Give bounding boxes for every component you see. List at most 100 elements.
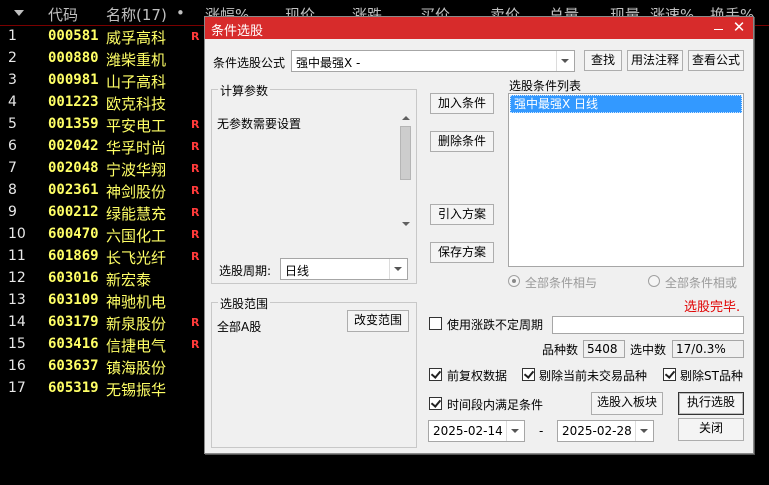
uncertain-period-field[interactable] xyxy=(552,316,744,334)
stock-name: 欧克科技 xyxy=(106,95,167,113)
stock-code: 601869 xyxy=(48,248,99,264)
stock-code: 603109 xyxy=(48,292,99,308)
row-index: 9 xyxy=(8,204,17,220)
params-scrollbar[interactable] xyxy=(398,110,414,232)
stock-code: 000581 xyxy=(48,28,99,44)
radio-or[interactable] xyxy=(648,275,660,287)
margin-flag: R xyxy=(191,250,200,263)
close-icon[interactable]: ✕ xyxy=(731,18,747,36)
stock-code: 002042 xyxy=(48,138,99,154)
stock-name: 新宏泰 xyxy=(106,271,152,289)
range-group-title: 选股范围 xyxy=(218,295,271,312)
row-index: 13 xyxy=(8,292,26,308)
condition-list-item[interactable]: 强中最强X 日线 xyxy=(510,95,742,113)
exclude-nontrading-label: 剔除当前未交易品种 xyxy=(539,369,648,383)
stock-name: 山子高科 xyxy=(106,73,167,91)
execute-button[interactable]: 执行选股 xyxy=(678,392,744,415)
params-text: 无参数需要设置 xyxy=(217,117,302,131)
scroll-thumb[interactable] xyxy=(400,126,411,180)
date-separator: - xyxy=(539,424,544,438)
count-label: 品种数 xyxy=(542,343,579,357)
formula-select[interactable]: 强中最强X - xyxy=(291,50,575,72)
exclude-st-checkbox[interactable] xyxy=(663,368,676,381)
view-formula-button[interactable]: 查看公式 xyxy=(688,50,744,71)
stock-name: 威孚高科 xyxy=(106,29,167,47)
stock-code: 603016 xyxy=(48,270,99,286)
period-satisfy-label: 时间段内满足条件 xyxy=(447,398,544,412)
period-label: 选股周期: xyxy=(219,264,272,278)
row-index: 11 xyxy=(8,248,26,264)
exclude-st-label: 剔除ST品种 xyxy=(680,369,743,383)
row-index: 2 xyxy=(8,50,17,66)
chevron-down-icon[interactable] xyxy=(389,259,407,279)
stock-name: 长飞光纤 xyxy=(106,249,167,267)
row-index: 6 xyxy=(8,138,17,154)
margin-flag: R xyxy=(191,228,200,241)
row-index: 4 xyxy=(8,94,17,110)
scroll-down-icon[interactable] xyxy=(402,222,410,226)
stock-name: 信捷电气 xyxy=(106,337,167,355)
stock-name: 华孚时尚 xyxy=(106,139,167,157)
usage-notes-button[interactable]: 用法注释 xyxy=(627,50,683,71)
forward-adjust-label: 前复权数据 xyxy=(447,369,508,383)
stock-code: 605319 xyxy=(48,380,99,396)
count-value: 5408 xyxy=(583,340,625,358)
col-name[interactable]: 名称(17) xyxy=(106,4,167,25)
add-condition-button[interactable]: 加入条件 xyxy=(430,93,494,114)
status-text: 选股完毕. xyxy=(684,300,741,315)
stock-name: 神剑股份 xyxy=(106,183,167,201)
minimize-icon[interactable] xyxy=(711,19,727,35)
chevron-down-icon[interactable] xyxy=(556,51,574,71)
scroll-up-icon[interactable] xyxy=(402,116,410,120)
calendar-dropdown-icon[interactable] xyxy=(506,421,524,441)
stock-code: 600470 xyxy=(48,226,99,242)
row-index: 1 xyxy=(8,28,17,44)
calendar-dropdown-icon[interactable] xyxy=(635,421,653,441)
dialog-titlebar[interactable]: 条件选股 ✕ xyxy=(205,17,753,39)
delete-condition-button[interactable]: 删除条件 xyxy=(430,131,494,152)
save-plan-button[interactable]: 保存方案 xyxy=(430,242,494,263)
change-range-button[interactable]: 改变范围 xyxy=(347,310,409,332)
condition-list[interactable]: 强中最强X 日线 xyxy=(508,93,744,267)
period-satisfy-checkbox[interactable] xyxy=(429,397,442,410)
formula-label: 条件选股公式 xyxy=(213,56,286,70)
selected-count-value: 17/0.3% xyxy=(672,340,744,358)
close-button[interactable]: 关闭 xyxy=(678,418,744,441)
row-index: 10 xyxy=(8,226,26,242)
radio-or-label: 全部条件相或 xyxy=(665,276,738,290)
date-to-picker[interactable]: 2025-02-28 xyxy=(557,420,654,442)
period-select[interactable]: 日线 xyxy=(280,258,408,280)
stock-name: 宁波华翔 xyxy=(106,161,167,179)
margin-flag: R xyxy=(191,162,200,175)
radio-and-label: 全部条件相与 xyxy=(525,276,598,290)
row-index: 15 xyxy=(8,336,26,352)
range-group: 选股范围 全部A股 改变范围 xyxy=(211,295,417,448)
col-code[interactable]: 代码 xyxy=(48,4,78,25)
stock-code: 603179 xyxy=(48,314,99,330)
col-dot: • xyxy=(176,4,185,22)
stock-code: 603637 xyxy=(48,358,99,374)
range-value: 全部A股 xyxy=(217,320,262,334)
stock-code: 001223 xyxy=(48,94,99,110)
margin-flag: R xyxy=(191,30,200,43)
find-button[interactable]: 查找 xyxy=(584,50,622,71)
import-plan-button[interactable]: 引入方案 xyxy=(430,204,494,225)
stock-code: 603416 xyxy=(48,336,99,352)
uncertain-period-checkbox[interactable] xyxy=(429,317,442,330)
margin-flag: R xyxy=(191,316,200,329)
period-value: 日线 xyxy=(285,264,310,278)
date-from-picker[interactable]: 2025-02-14 xyxy=(428,420,525,442)
forward-adjust-checkbox[interactable] xyxy=(429,368,442,381)
stock-name: 无锡振华 xyxy=(106,381,167,399)
date-to-value: 2025-02-28 xyxy=(562,424,632,438)
row-index: 14 xyxy=(8,314,26,330)
radio-and[interactable] xyxy=(508,275,520,287)
params-group-title: 计算参数 xyxy=(218,82,271,99)
uncertain-period-label: 使用涨跌不定周期 xyxy=(447,318,544,332)
save-to-block-button[interactable]: 选股入板块 xyxy=(591,392,663,415)
condition-list-label: 选股条件列表 xyxy=(509,79,582,93)
stock-code: 000880 xyxy=(48,50,99,66)
sort-arrow-icon[interactable] xyxy=(14,10,24,16)
stock-name: 绿能慧充 xyxy=(106,205,167,223)
exclude-nontrading-checkbox[interactable] xyxy=(522,368,535,381)
